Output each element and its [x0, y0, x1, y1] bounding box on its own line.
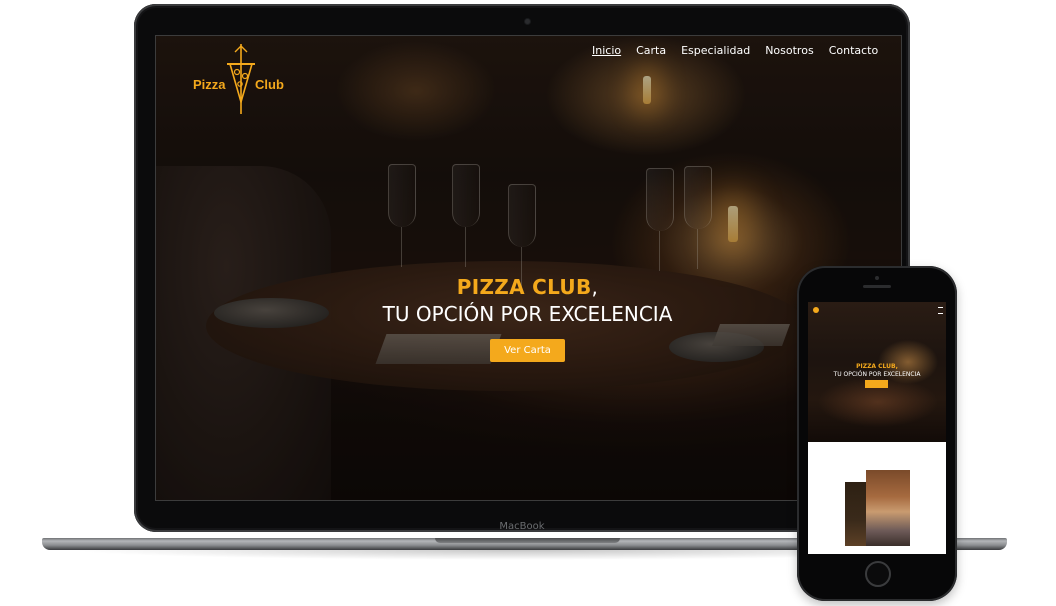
phone-speaker: [863, 285, 891, 288]
logo-word-right: Club: [255, 77, 284, 92]
phone-hero-title: PIZZA CLUB,: [856, 363, 898, 370]
laptop-camera: [525, 19, 530, 24]
main-nav: Inicio Carta Especialidad Nosotros Conta…: [592, 44, 893, 57]
nav-item-nosotros[interactable]: Nosotros: [765, 44, 813, 57]
phone-hero-subtitle: TU OPCIÓN POR EXCELENCIA: [833, 371, 921, 378]
phone-logo[interactable]: [813, 307, 819, 313]
home-button-icon[interactable]: [865, 561, 891, 587]
phone-ver-carta-button[interactable]: [865, 380, 888, 388]
site-logo[interactable]: Pizza Club: [193, 42, 288, 116]
phone-photo-people: [866, 470, 910, 546]
ver-carta-button[interactable]: Ver Carta: [490, 339, 565, 362]
laptop-base-notch: [435, 538, 620, 543]
logo-word-left: Pizza: [193, 77, 226, 92]
nav-item-carta[interactable]: Carta: [636, 44, 666, 57]
hero-title: PIZZA CLUB,: [155, 275, 900, 299]
nav-item-especialidad[interactable]: Especialidad: [681, 44, 750, 57]
phone-screen: PIZZA CLUB, TU OPCIÓN POR EXCELENCIA: [808, 302, 946, 554]
hero-title-comma: ,: [591, 275, 599, 299]
nav-item-inicio[interactable]: Inicio: [592, 44, 621, 57]
hamburger-menu-icon[interactable]: [938, 307, 943, 314]
nav-item-contacto[interactable]: Contacto: [829, 44, 879, 57]
hero-subtitle: TU OPCIÓN POR EXCELENCIA: [382, 302, 673, 326]
hero-title-text: PIZZA CLUB: [456, 275, 592, 299]
phone-hero: PIZZA CLUB, TU OPCIÓN POR EXCELENCIA: [808, 302, 946, 442]
phone-camera: [875, 276, 879, 280]
laptop-brand-label: MacBook: [499, 521, 545, 532]
